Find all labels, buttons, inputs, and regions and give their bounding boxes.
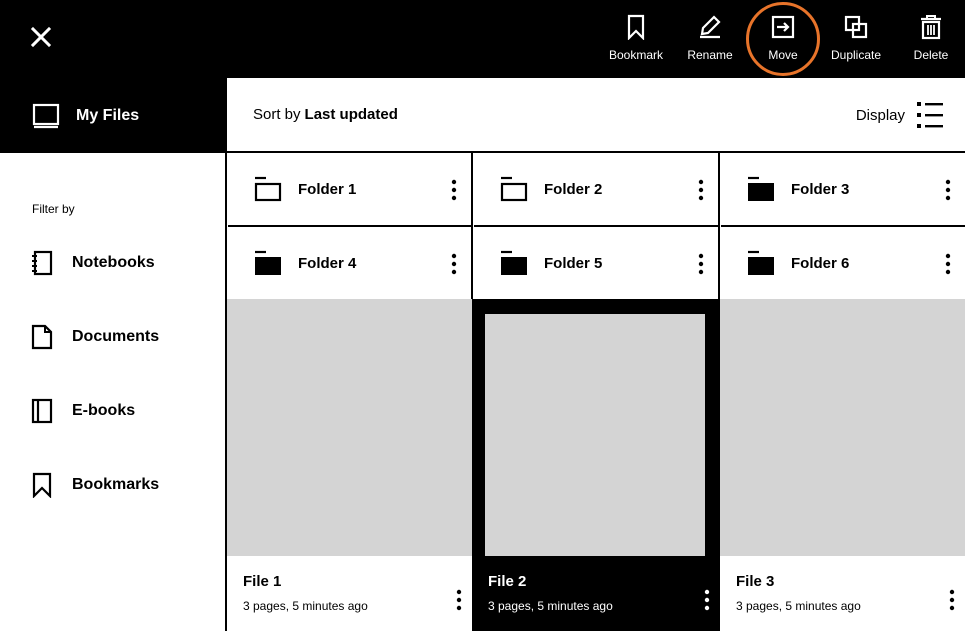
folder-item[interactable]: Folder 1 bbox=[228, 153, 473, 227]
file-meta: 3 pages, 5 minutes ago bbox=[243, 599, 368, 613]
close-icon bbox=[30, 26, 52, 48]
sidebar-item-documents[interactable]: Documents bbox=[30, 322, 159, 352]
file-meta: 3 pages, 5 minutes ago bbox=[736, 599, 861, 613]
more-options-icon[interactable] bbox=[451, 179, 457, 201]
sidebar-item-notebooks[interactable]: Notebooks bbox=[30, 248, 155, 278]
more-options-icon[interactable] bbox=[704, 589, 710, 611]
top-toolbar: Bookmark Rename Move Duplicate Delete bbox=[0, 0, 965, 78]
folder-icon bbox=[254, 176, 282, 202]
rename-button[interactable]: Rename bbox=[683, 14, 737, 70]
sidebar-item-label: Notebooks bbox=[72, 254, 155, 271]
sidebar-item-bookmarks[interactable]: Bookmarks bbox=[30, 470, 159, 500]
more-options-icon[interactable] bbox=[698, 253, 704, 275]
sort-dropdown[interactable]: Sort by Last updated bbox=[253, 106, 398, 123]
sort-label: Sort by bbox=[253, 106, 301, 123]
display-toggle[interactable]: Display bbox=[856, 98, 943, 132]
more-options-icon[interactable] bbox=[451, 253, 457, 275]
folder-name: Folder 6 bbox=[791, 254, 850, 272]
folder-item[interactable]: Folder 2 bbox=[474, 153, 720, 227]
folder-name: Folder 3 bbox=[791, 180, 850, 198]
move-icon bbox=[771, 15, 795, 39]
delete-button[interactable]: Delete bbox=[908, 14, 954, 70]
delete-label: Delete bbox=[913, 48, 949, 62]
folder-item[interactable]: Folder 6 bbox=[721, 227, 965, 301]
folder-icon bbox=[748, 176, 774, 201]
sort-value: Last updated bbox=[304, 106, 398, 123]
my-files-icon bbox=[32, 103, 60, 128]
rename-label: Rename bbox=[687, 48, 733, 62]
folder-icon bbox=[501, 250, 527, 275]
file-name: File 1 bbox=[243, 573, 282, 590]
file-thumbnail bbox=[720, 299, 965, 556]
duplicate-button[interactable]: Duplicate bbox=[823, 14, 889, 70]
my-files-tab[interactable]: My Files bbox=[0, 78, 227, 153]
folder-item[interactable]: Folder 5 bbox=[474, 227, 720, 301]
filter-by-label: Filter by bbox=[32, 202, 75, 216]
bookmark-icon bbox=[32, 472, 52, 498]
display-label: Display bbox=[855, 106, 905, 124]
file-card-selected[interactable]: File 2 3 pages, 5 minutes ago bbox=[472, 299, 720, 631]
folder-name: Folder 2 bbox=[544, 180, 603, 198]
file-thumbnail bbox=[485, 314, 705, 556]
file-thumbnail bbox=[227, 299, 472, 556]
file-card[interactable]: File 3 3 pages, 5 minutes ago bbox=[720, 299, 965, 631]
my-files-label: My Files bbox=[76, 106, 140, 124]
more-options-icon[interactable] bbox=[945, 179, 951, 201]
more-options-icon[interactable] bbox=[456, 589, 462, 611]
sidebar: My Files Filter by Notebooks Documents E… bbox=[0, 78, 227, 631]
notebook-icon bbox=[32, 250, 53, 276]
more-options-icon[interactable] bbox=[698, 179, 704, 201]
more-options-icon[interactable] bbox=[949, 589, 955, 611]
folder-item[interactable]: Folder 4 bbox=[228, 227, 473, 301]
sort-bar: Sort by Last updated Display bbox=[227, 78, 965, 153]
trash-icon bbox=[921, 15, 941, 40]
ebook-icon bbox=[31, 398, 53, 424]
folder-icon bbox=[748, 250, 774, 275]
file-name: File 3 bbox=[736, 573, 775, 590]
sidebar-item-label: E-books bbox=[72, 402, 136, 419]
duplicate-icon bbox=[844, 15, 868, 39]
file-card[interactable]: File 1 3 pages, 5 minutes ago bbox=[227, 299, 472, 631]
sidebar-item-ebooks[interactable]: E-books bbox=[30, 396, 135, 426]
file-meta: 3 pages, 5 minutes ago bbox=[488, 599, 613, 613]
close-button[interactable] bbox=[26, 22, 56, 52]
pencil-icon bbox=[700, 15, 721, 39]
folder-name: Folder 5 bbox=[544, 254, 603, 272]
folder-item[interactable]: Folder 3 bbox=[721, 153, 965, 227]
bookmark-button[interactable]: Bookmark bbox=[604, 14, 668, 70]
list-view-icon bbox=[917, 102, 943, 128]
folder-name: Folder 1 bbox=[298, 180, 357, 198]
move-button[interactable]: Move bbox=[763, 14, 803, 70]
bookmark-icon bbox=[627, 14, 645, 40]
sidebar-item-label: Bookmarks bbox=[72, 476, 160, 493]
folder-name: Folder 4 bbox=[298, 254, 357, 272]
move-label: Move bbox=[768, 48, 798, 62]
duplicate-label: Duplicate bbox=[830, 48, 882, 62]
sidebar-item-label: Documents bbox=[72, 328, 160, 345]
folder-icon bbox=[500, 176, 528, 202]
bookmark-label: Bookmark bbox=[608, 48, 664, 62]
more-options-icon[interactable] bbox=[945, 253, 951, 275]
folder-icon bbox=[255, 250, 281, 275]
document-icon bbox=[31, 324, 53, 350]
file-name: File 2 bbox=[488, 573, 527, 590]
